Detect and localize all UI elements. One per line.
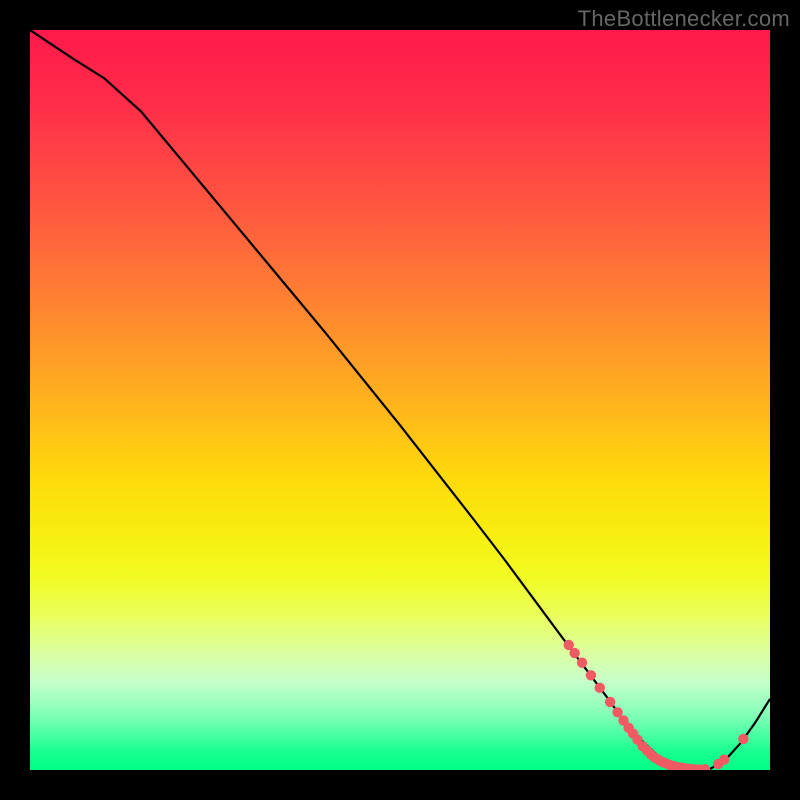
data-point [577, 658, 587, 668]
data-point [595, 683, 605, 693]
data-point [738, 734, 748, 744]
data-point [569, 648, 579, 658]
watermark-text: TheBottlenecker.com [578, 6, 790, 32]
data-point [605, 697, 615, 707]
data-point [719, 754, 729, 764]
bottleneck-curve [30, 30, 770, 770]
data-points [564, 640, 749, 770]
curve-layer [30, 30, 770, 770]
chart-plot-area [30, 30, 770, 770]
data-point [586, 670, 596, 680]
